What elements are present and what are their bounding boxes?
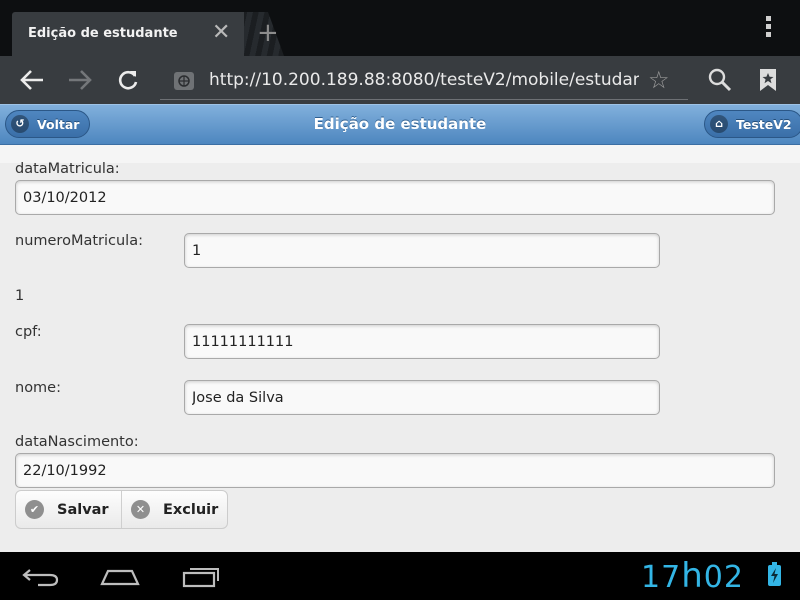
cpf-label: cpf: — [15, 324, 42, 340]
nav-recent-apps-icon[interactable] — [180, 562, 224, 590]
action-button-group: ✔ Salvar ✕ Excluir — [15, 490, 228, 529]
system-navigation-bar: 17h02 — [0, 552, 800, 600]
data-nascimento-label: dataNascimento: — [15, 434, 139, 450]
tab-title: Edição de estudante — [28, 26, 178, 41]
bookmark-star-icon[interactable]: ☆ — [648, 66, 670, 94]
plus-icon: + — [257, 18, 279, 48]
close-icon[interactable]: ✕ — [212, 22, 230, 44]
numero-matricula-field[interactable] — [184, 233, 660, 268]
delete-button-label: Excluir — [163, 501, 219, 518]
clock-hours: 17 — [641, 560, 682, 595]
save-button[interactable]: ✔ Salvar — [16, 491, 121, 528]
back-button-label: Voltar — [37, 116, 80, 132]
delete-button[interactable]: ✕ Excluir — [121, 491, 227, 528]
numero-matricula-output: 1 — [15, 288, 25, 304]
url-text[interactable]: http://10.200.189.88:8080/testeV2/mobile… — [209, 70, 639, 90]
clock-separator: h — [681, 556, 704, 596]
overflow-menu-icon[interactable] — [762, 16, 774, 42]
cpf-field[interactable] — [184, 324, 660, 359]
url-bar[interactable]: http://10.200.189.88:8080/testeV2/mobile… — [160, 62, 688, 100]
page-content: dataMatricula: numeroMatricula: 1 cpf: n… — [0, 145, 800, 552]
status-clock: 17h02 — [641, 556, 744, 596]
battery-charging-icon — [768, 562, 781, 586]
check-icon: ✔ — [25, 500, 44, 519]
numero-matricula-label: numeroMatricula: — [15, 233, 143, 249]
nome-label: nome: — [15, 380, 61, 396]
nome-field[interactable] — [184, 380, 660, 415]
new-tab-button[interactable]: + — [244, 12, 294, 56]
nav-back-icon[interactable] — [20, 562, 64, 590]
search-icon[interactable] — [704, 64, 736, 96]
back-arrow-icon[interactable] — [16, 64, 48, 96]
browser-tab-strip: Edição de estudante ✕ + — [0, 0, 800, 56]
data-matricula-label: dataMatricula: — [15, 161, 120, 177]
home-button[interactable]: ⌂ TesteV2 — [704, 110, 800, 138]
back-arrow-icon: ↺ — [11, 115, 29, 133]
forward-arrow-icon[interactable] — [64, 64, 96, 96]
save-button-label: Salvar — [57, 501, 109, 518]
page-title: Edição de estudante — [313, 115, 487, 133]
back-button[interactable]: ↺ Voltar — [5, 110, 91, 138]
reload-icon[interactable] — [112, 64, 144, 96]
site-info-icon[interactable] — [174, 72, 194, 90]
clock-minutes: 02 — [703, 560, 744, 595]
home-icon: ⌂ — [710, 115, 728, 133]
nav-home-icon[interactable] — [98, 562, 142, 590]
bookmarks-icon[interactable] — [752, 64, 784, 96]
delete-x-icon: ✕ — [131, 500, 150, 519]
browser-tab[interactable]: Edição de estudante ✕ — [12, 12, 244, 56]
browser-toolbar: http://10.200.189.88:8080/testeV2/mobile… — [0, 56, 800, 104]
home-button-label: TesteV2 — [736, 116, 792, 132]
page-header: Edição de estudante ↺ Voltar ⌂ TesteV2 — [0, 104, 800, 145]
data-matricula-field[interactable] — [15, 180, 775, 215]
content-top-strip — [0, 145, 800, 163]
data-nascimento-field[interactable] — [15, 453, 775, 488]
